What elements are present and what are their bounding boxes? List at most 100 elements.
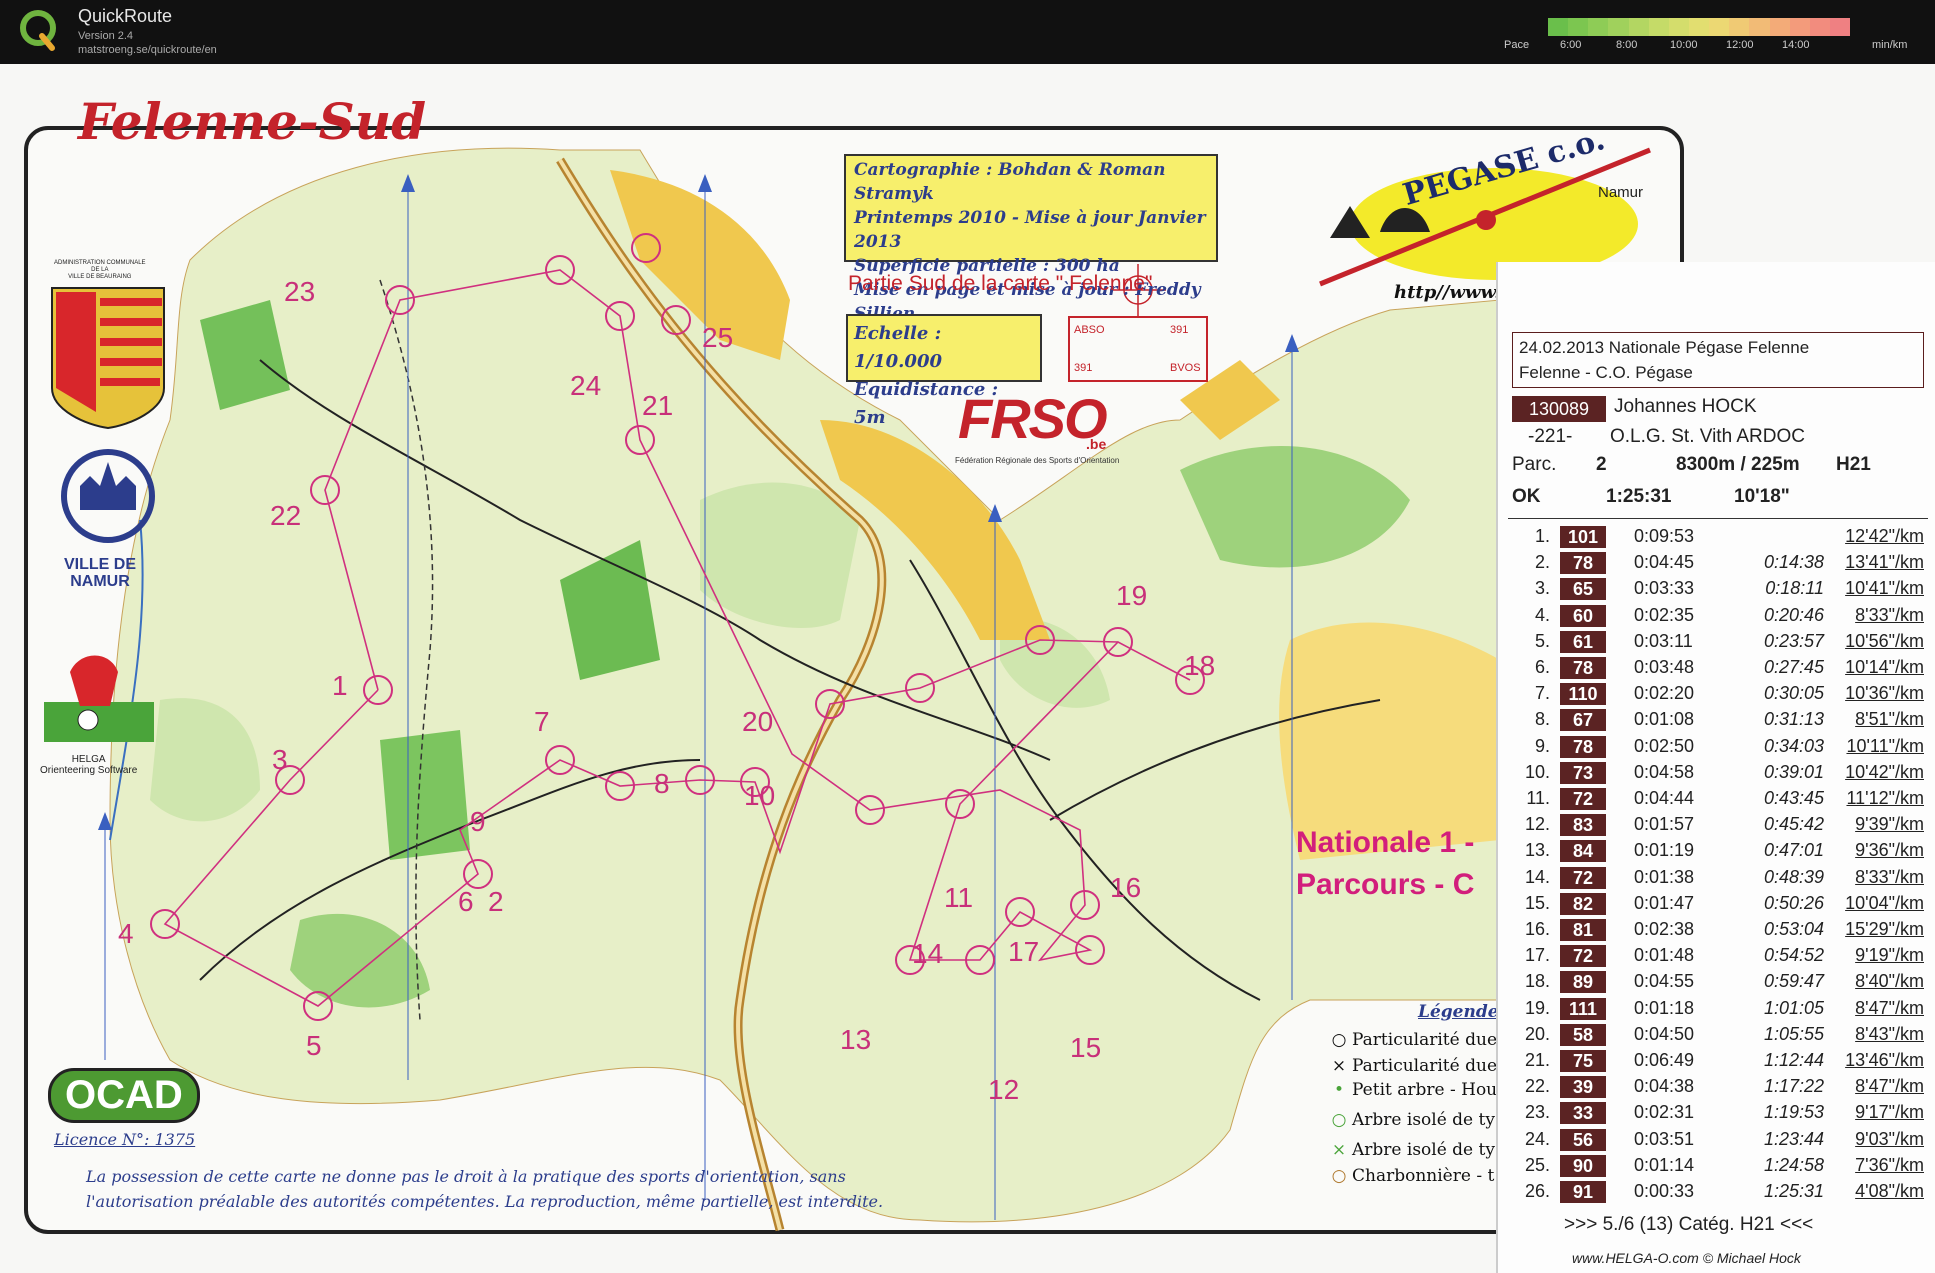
cumulative-time: 0:54:52 xyxy=(1763,945,1824,966)
split-pace: 15'29"/km xyxy=(1845,919,1924,939)
pace-tick: 6:00 xyxy=(1560,39,1582,51)
split-pace: 4'08"/km xyxy=(1855,1181,1924,1201)
split-row: 17. 72 0:01:48 0:54:52 9'19"/km xyxy=(1498,944,1935,970)
control-number: 2 xyxy=(488,886,504,917)
compass-label: BVOS xyxy=(1170,362,1201,374)
split-time: 0:02:38 xyxy=(1634,919,1695,939)
cumulative-time: 1:24:58 xyxy=(1763,1154,1824,1175)
frso-logo: FRSO xyxy=(958,387,1108,450)
event-line: 24.02.2013 Nationale Pégase Felenne xyxy=(1519,338,1810,357)
compass-label: ABSO xyxy=(1074,324,1105,336)
split-row: 23. 33 0:02:31 1:19:53 9'17"/km xyxy=(1498,1101,1935,1127)
control-code: 39 xyxy=(1560,1076,1606,1099)
split-time: 0:06:49 xyxy=(1634,1050,1695,1070)
control-code: 78 xyxy=(1560,552,1606,575)
parc-number: 2 xyxy=(1596,454,1607,475)
split-pace: 7'36"/km xyxy=(1855,1154,1924,1175)
cumulative-time: 0:27:45 xyxy=(1763,657,1824,677)
pace-color-cell xyxy=(1548,18,1569,36)
quickroute-logo-icon xyxy=(20,10,56,51)
control-code: 33 xyxy=(1560,1102,1606,1125)
control-number: 1 xyxy=(332,670,348,701)
map-subtitle: Partie Sud de la carte " Felenne" xyxy=(848,272,1153,295)
ville-namur-label: VILLE DE NAMUR xyxy=(64,556,137,590)
legend-item: × Particularité due xyxy=(1331,1056,1497,1076)
control-number: 5 xyxy=(306,1030,322,1061)
split-pace: 10'04"/km xyxy=(1845,892,1924,913)
control-number: 23 xyxy=(284,276,316,307)
split-row: 16. 81 0:02:38 0:53:04 15'29"/km xyxy=(1498,918,1935,944)
frso-be: .be xyxy=(1086,436,1107,452)
split-pace: 10'42"/km xyxy=(1845,761,1924,782)
ocad-logo: OCAD xyxy=(48,1068,200,1123)
pace-color-cell xyxy=(1829,18,1851,36)
cumulative-time: 0:31:13 xyxy=(1763,709,1824,730)
split-row: 12. 83 0:01:57 0:45:42 9'39"/km xyxy=(1498,813,1935,839)
split-number: 9. xyxy=(1534,735,1550,756)
pace-color-scale xyxy=(1548,18,1851,36)
split-number: 10. xyxy=(1524,761,1550,782)
cartography-line: Cartographie : Bohdan & Roman Stramyk xyxy=(854,160,1166,204)
control-number: 9 xyxy=(470,806,486,837)
map-view[interactable]: Felenne-Sud Cartographie : Bohdan & Roma… xyxy=(0,64,1935,1273)
split-row: 3. 65 0:03:33 0:18:11 10'41"/km xyxy=(1498,577,1935,603)
split-number: 21. xyxy=(1524,1050,1550,1070)
split-time: 0:02:31 xyxy=(1634,1102,1695,1123)
control-number: 16 xyxy=(1110,872,1142,903)
split-pace: 10'14"/km xyxy=(1845,657,1924,677)
split-pace: 9'39"/km xyxy=(1855,814,1924,835)
pace-label: Pace xyxy=(1504,39,1530,51)
split-number: 12. xyxy=(1524,814,1550,835)
control-number: 22 xyxy=(270,500,302,531)
course-title: Nationale 1 - xyxy=(1296,826,1475,859)
split-time: 0:00:33 xyxy=(1634,1181,1695,1201)
split-row: 26. 91 0:00:33 1:25:31 4'08"/km xyxy=(1498,1180,1935,1206)
split-row: 19. 111 0:01:18 1:01:05 8'47"/km xyxy=(1498,997,1935,1023)
disclaimer: La possession de cette carte ne donne pa… xyxy=(86,1167,884,1211)
pace-tick: 14:00 xyxy=(1782,39,1810,51)
control-code: 82 xyxy=(1560,892,1606,915)
legend-item: ○ Arbre isolé de ty xyxy=(1331,1110,1495,1130)
control-code: 56 xyxy=(1560,1128,1606,1151)
split-row: 1. 101 0:09:53 12'42"/km xyxy=(1498,525,1935,551)
control-code: 58 xyxy=(1560,1023,1606,1046)
control-code: 60 xyxy=(1560,604,1606,627)
event-box: 24.02.2013 Nationale Pégase Felenne Fele… xyxy=(1512,332,1924,388)
split-number: 25. xyxy=(1524,1154,1550,1175)
split-number: 20. xyxy=(1524,1023,1550,1044)
control-code: 84 xyxy=(1560,840,1606,863)
app-url[interactable]: matstroeng.se/quickroute/en xyxy=(78,44,217,56)
control-code: 72 xyxy=(1560,788,1606,810)
split-pace: 8'33"/km xyxy=(1855,866,1924,887)
split-time: 0:03:11 xyxy=(1634,630,1693,651)
legend-item: × Arbre isolé de ty xyxy=(1331,1140,1495,1160)
split-time: 0:01:19 xyxy=(1634,840,1695,861)
course-distance: 8300m / 225m xyxy=(1676,454,1800,475)
event-line: Felenne - C.O. Pégase xyxy=(1519,363,1693,382)
control-number: 15 xyxy=(1070,1032,1102,1063)
control-number: 17 xyxy=(1008,936,1040,967)
cumulative-time: 1:12:44 xyxy=(1763,1050,1824,1070)
pace-tick: 8:00 xyxy=(1616,39,1638,51)
cumulative-time: 0:30:05 xyxy=(1763,683,1824,704)
control-number: 14 xyxy=(912,938,944,969)
split-time: 0:09:53 xyxy=(1634,526,1695,546)
quickroute-header: QuickRoute Version 2.4 matstroeng.se/qui… xyxy=(0,0,1935,64)
cumulative-time: 1:25:31 xyxy=(1763,1181,1824,1201)
legend-item: • Petit arbre - Hou xyxy=(1333,1080,1498,1100)
split-pace: 8'33"/km xyxy=(1855,604,1924,625)
scale-box: Echelle : 1/10.000 Equidistance : 5m xyxy=(846,314,1042,428)
split-row: 9. 78 0:02:50 0:34:03 10'11"/km xyxy=(1498,735,1935,761)
split-time: 0:01:38 xyxy=(1634,866,1695,887)
cumulative-time: 1:19:53 xyxy=(1763,1102,1824,1123)
pace-color-cell xyxy=(1688,18,1710,36)
control-code: 67 xyxy=(1560,709,1606,732)
pace-color-cell xyxy=(1608,18,1629,36)
helga-footer: www.HELGA-O.com © Michael Hock xyxy=(1572,1250,1801,1266)
split-row: 4. 60 0:02:35 0:20:46 8'33"/km xyxy=(1498,604,1935,630)
split-row: 21. 75 0:06:49 1:12:44 13'46"/km xyxy=(1498,1049,1935,1075)
pace-tick: 10:00 xyxy=(1670,39,1698,51)
pace-color-cell xyxy=(1769,18,1790,36)
split-row: 6. 78 0:03:48 0:27:45 10'14"/km xyxy=(1498,656,1935,682)
cumulative-time: 0:14:38 xyxy=(1763,552,1824,573)
